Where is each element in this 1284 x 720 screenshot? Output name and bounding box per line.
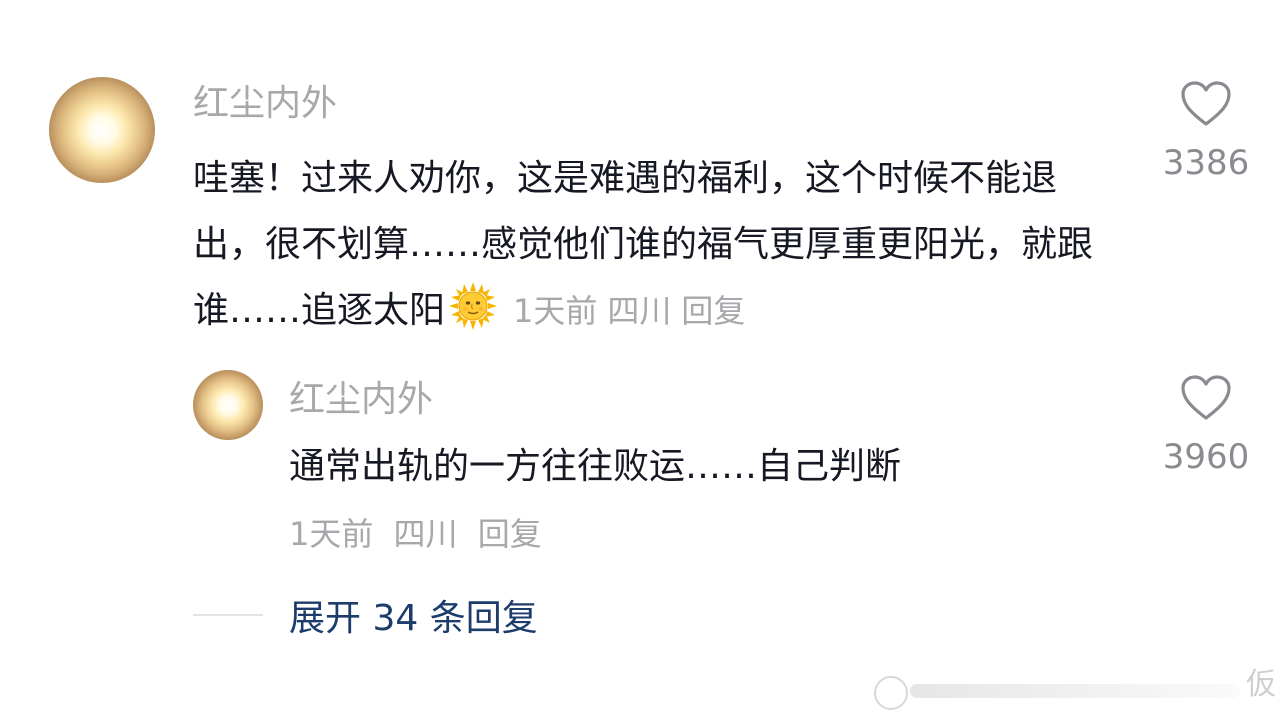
- reply-like-count: 3960: [1162, 437, 1250, 477]
- reply-meta: 1天前 四川 回复: [289, 514, 552, 554]
- reply-username[interactable]: 红尘内外: [289, 382, 433, 418]
- comment-time: 1天前: [513, 292, 598, 330]
- reply-avatar[interactable]: [193, 370, 263, 440]
- comment-username[interactable]: 红尘内外: [193, 86, 337, 122]
- watermark: [870, 666, 1284, 716]
- expand-replies-button[interactable]: 展开 34 条回复: [193, 590, 538, 640]
- watermark-bar: [910, 684, 1240, 698]
- reply-time: 1天前: [289, 515, 374, 553]
- heart-icon: [1181, 81, 1231, 126]
- comment-meta: 1天前 四川 回复: [513, 292, 755, 330]
- expand-replies-label: 展开 34 条回复: [289, 598, 538, 639]
- like-button[interactable]: 3386: [1156, 80, 1256, 180]
- watermark-text: 仮: [1246, 667, 1276, 702]
- reply-location: 四川: [393, 515, 458, 553]
- reply-like-button[interactable]: 3960: [1156, 374, 1256, 474]
- like-count: 3386: [1162, 143, 1250, 183]
- avatar[interactable]: [49, 77, 155, 183]
- watermark-logo-icon: [874, 676, 908, 710]
- comment-location: 四川: [607, 292, 672, 330]
- reply-text: 通常出轨的一方往往败运……自己判断: [289, 446, 902, 487]
- reply-reply-button[interactable]: 回复: [478, 515, 542, 553]
- sun-with-face-icon: [449, 282, 498, 330]
- reply-button[interactable]: 回复: [681, 292, 745, 330]
- heart-icon: [1181, 375, 1231, 420]
- expand-divider: [193, 614, 263, 616]
- comment-text: 哇塞！过来人劝你，这是难遇的福利，这个时候不能退出，很不划算……感觉他们谁的福气…: [193, 146, 1123, 344]
